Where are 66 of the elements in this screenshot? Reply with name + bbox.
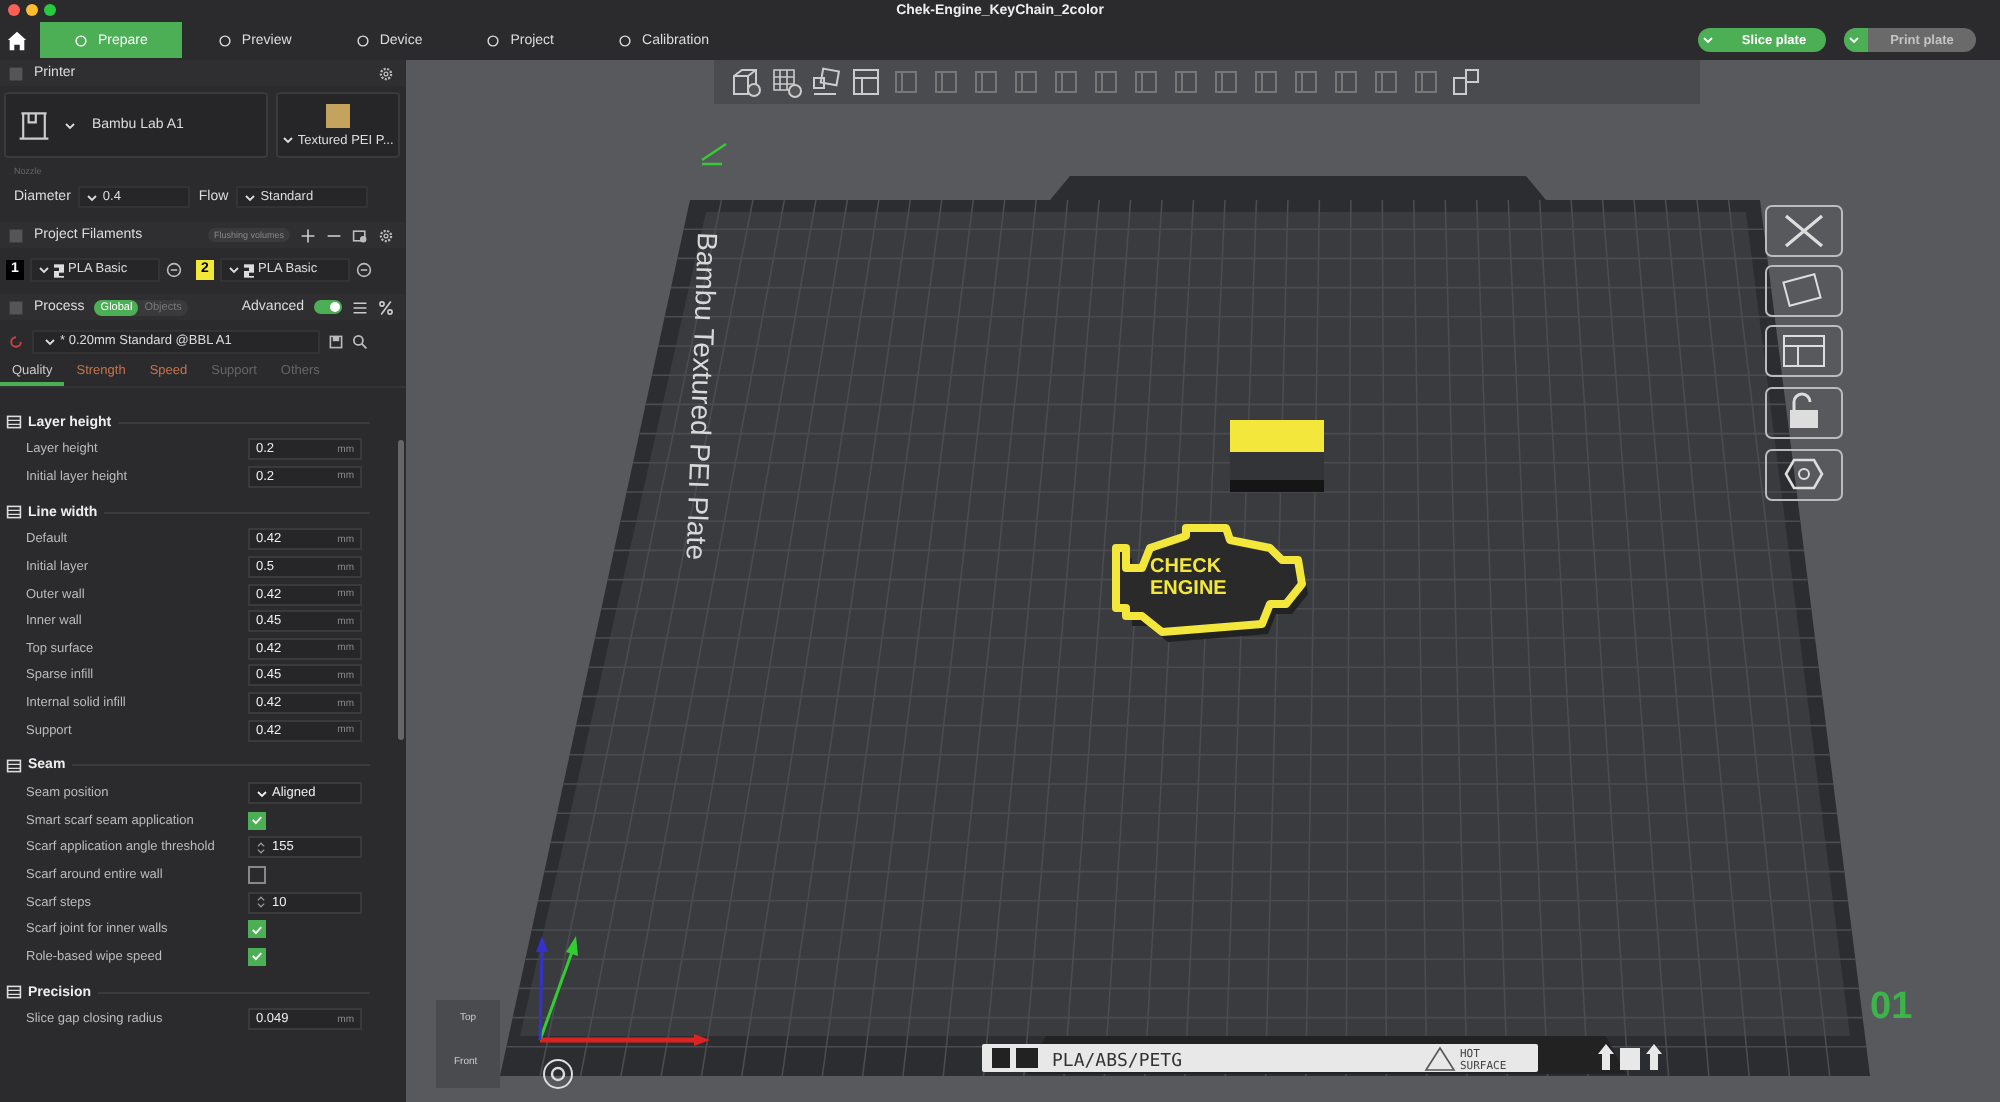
lock-icon[interactable] bbox=[1765, 387, 1843, 439]
filament-icon bbox=[54, 263, 64, 277]
warning-icon bbox=[1424, 1046, 1456, 1071]
filament-section-icon bbox=[8, 227, 24, 243]
pencil-icon[interactable] bbox=[700, 142, 728, 166]
circle-icon bbox=[618, 33, 633, 47]
plate-material-text: PLA/ABS/PETG bbox=[1052, 1052, 1183, 1072]
caret-icon[interactable] bbox=[38, 264, 50, 276]
section-icon bbox=[6, 757, 22, 774]
close-icon[interactable] bbox=[1765, 205, 1843, 257]
circle-icon bbox=[355, 33, 370, 47]
sync-icon[interactable] bbox=[352, 227, 368, 243]
plate-number: 01 bbox=[1870, 986, 1913, 1028]
spinner-arrows-icon[interactable] bbox=[256, 839, 266, 856]
section-icon bbox=[6, 984, 22, 1001]
circle-icon bbox=[486, 33, 501, 47]
section-icon bbox=[6, 414, 22, 430]
wipe-tower-drawing bbox=[1230, 420, 1324, 492]
remove-circle-icon[interactable] bbox=[166, 262, 182, 278]
caret-icon[interactable] bbox=[228, 264, 240, 276]
caret-icon[interactable] bbox=[64, 119, 76, 131]
camera-view-icon[interactable] bbox=[543, 1059, 573, 1089]
layout-icon[interactable] bbox=[1765, 325, 1843, 377]
caret-icon[interactable] bbox=[44, 335, 56, 347]
section-icon bbox=[6, 504, 22, 521]
settings-icon[interactable] bbox=[378, 65, 394, 81]
plate-label: Bambu Textured PEI Plate bbox=[680, 231, 724, 561]
setting-checkbox[interactable] bbox=[248, 866, 266, 885]
printer-section-icon bbox=[8, 65, 24, 81]
caret-icon[interactable] bbox=[86, 191, 99, 203]
process-section-icon bbox=[8, 299, 24, 315]
list-icon[interactable] bbox=[352, 299, 368, 315]
spinner-arrows-icon[interactable] bbox=[256, 894, 266, 911]
save-icon[interactable] bbox=[328, 333, 344, 349]
add-cube-icon[interactable] bbox=[730, 66, 762, 98]
percent-icon[interactable] bbox=[378, 299, 394, 315]
card-icon[interactable] bbox=[1765, 265, 1843, 317]
caret-icon[interactable] bbox=[281, 134, 294, 146]
remove-circle-icon[interactable] bbox=[356, 262, 372, 278]
add-icon[interactable] bbox=[300, 227, 316, 243]
settings-icon[interactable] bbox=[378, 227, 394, 243]
setting-checkbox[interactable] bbox=[248, 920, 266, 939]
plate-arrows-icon bbox=[1598, 1044, 1662, 1070]
setting-checkbox[interactable] bbox=[248, 811, 266, 830]
layout-icon[interactable] bbox=[850, 66, 882, 98]
filament-icon bbox=[244, 263, 254, 277]
caret-icon[interactable] bbox=[256, 787, 268, 800]
setting-checkbox[interactable] bbox=[248, 947, 266, 966]
plate-swatch-icon bbox=[325, 103, 350, 127]
model-text: CHECK ENGINE bbox=[1150, 556, 1227, 600]
home-icon[interactable] bbox=[6, 29, 28, 51]
printer-icon bbox=[16, 107, 52, 143]
reset-icon[interactable] bbox=[8, 333, 24, 349]
circle-icon bbox=[74, 33, 88, 47]
close-light-icon[interactable] bbox=[8, 4, 20, 16]
minimize-light-icon[interactable] bbox=[26, 4, 38, 16]
arrange-icon[interactable] bbox=[810, 66, 842, 98]
advanced-switch[interactable] bbox=[314, 300, 342, 314]
add-plate-icon[interactable] bbox=[770, 66, 802, 98]
zoom-light-icon[interactable] bbox=[44, 4, 56, 16]
scrollbar[interactable] bbox=[398, 440, 404, 740]
search-icon[interactable] bbox=[352, 333, 368, 349]
caret-icon[interactable] bbox=[244, 191, 257, 203]
puzzle-icon[interactable] bbox=[1450, 66, 1482, 98]
plate-logo-icon bbox=[992, 1048, 1038, 1068]
circle-icon bbox=[217, 33, 232, 47]
